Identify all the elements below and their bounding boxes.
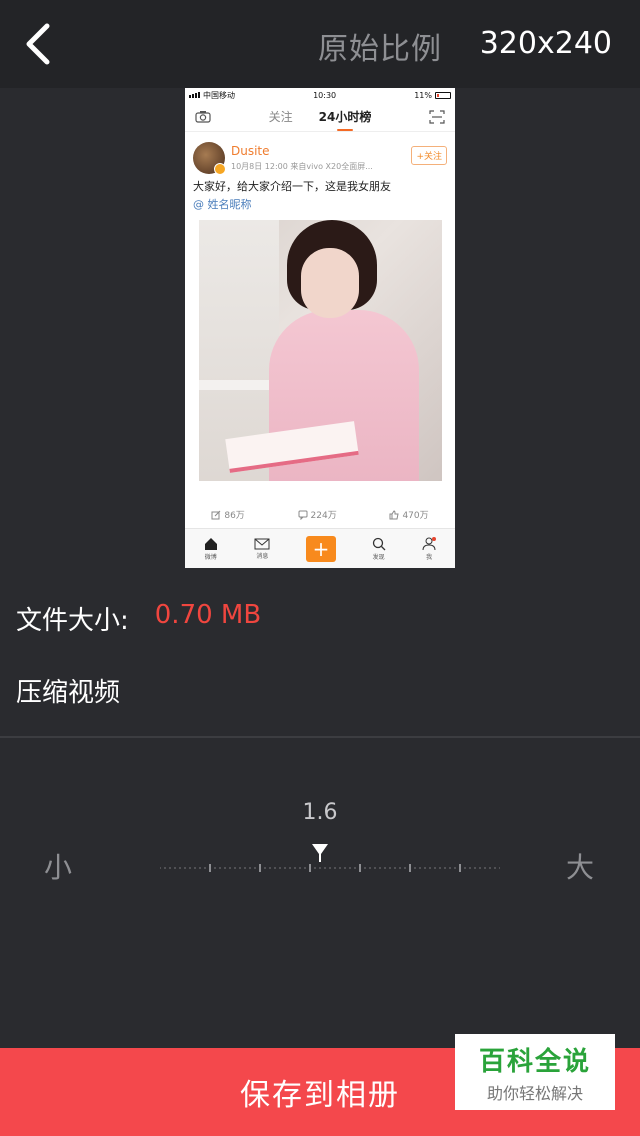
- watermark-title: 百科全说: [478, 1046, 591, 1077]
- repost-count: 86万: [224, 511, 245, 521]
- preview-tab-bar: 微博 消息 + 发现 我: [185, 528, 455, 568]
- watermark: 百科全说 助你轻松解决: [455, 1034, 615, 1110]
- post-text: 大家好，给大家介绍一下，这是我女朋友: [193, 180, 391, 193]
- search-icon: [372, 537, 386, 550]
- top-bar: 原始比例 320x240: [0, 0, 640, 88]
- post-username: Dusite: [231, 144, 270, 158]
- tab-message-label: 消息: [256, 552, 269, 560]
- post-mention: @ 姓名昵称: [193, 198, 252, 211]
- battery-percent: 11%: [414, 90, 432, 100]
- post-header: Dusite 10月8日 12:00 来自vivo X20全面屏...: [193, 142, 447, 175]
- comment-count: 224万: [310, 511, 337, 521]
- signal-icon: [189, 92, 200, 98]
- battery-status: 11%: [414, 91, 451, 100]
- person-icon: [422, 536, 437, 550]
- carrier-name: 中国移动: [203, 90, 235, 100]
- thumbs-up-icon: [389, 509, 400, 519]
- preview-nav-bar: 关注 24小时榜: [185, 102, 455, 132]
- chevron-left-icon: [26, 23, 50, 65]
- file-size-row: 文件大小: 0.70 MB: [16, 600, 261, 637]
- slider-max-label: 大: [565, 851, 594, 884]
- tab-me-label: 我: [426, 553, 433, 561]
- compose-plus-icon: +: [305, 535, 336, 562]
- watermark-subtitle: 助你轻松解决: [486, 1083, 583, 1103]
- battery-icon: [435, 91, 451, 99]
- repost-count-group: 86万: [211, 508, 245, 521]
- tab-discover-label: 发现: [372, 553, 385, 561]
- photo-figure-face: [300, 248, 359, 318]
- resolution-option[interactable]: 320x240: [480, 26, 612, 61]
- status-time: 10:30: [313, 90, 337, 100]
- tab-discover: 发现: [372, 537, 386, 561]
- post-photo: [198, 220, 442, 481]
- file-size-label: 文件大小:: [16, 606, 129, 636]
- mail-icon: [254, 538, 270, 549]
- tab-follow: 关注: [268, 110, 293, 124]
- compression-slider[interactable]: [160, 860, 500, 876]
- comment-icon: [298, 510, 308, 520]
- comment-count-group: 224万: [298, 508, 337, 521]
- tab-message: 消息: [254, 538, 270, 560]
- slider-min-label: 小: [44, 851, 73, 884]
- like-count-group: 470万: [389, 508, 429, 521]
- repost-icon: [211, 510, 221, 519]
- tab-home-label: 微博: [204, 553, 217, 561]
- slider-thumb[interactable]: [311, 843, 329, 863]
- aspect-ratio-option[interactable]: 原始比例: [318, 24, 442, 68]
- preview-status-bar: 中国移动 10:30 11%: [185, 88, 455, 102]
- post-user-info: Dusite 10月8日 12:00 来自vivo X20全面屏...: [231, 142, 373, 172]
- file-size-value: 0.70 MB: [154, 600, 262, 630]
- post-actions: 86万 224万 470万: [185, 508, 455, 521]
- video-preview: 中国移动 10:30 11% 关注 24小时榜 Dusite 10月8日 12:…: [185, 88, 455, 568]
- back-button[interactable]: [14, 18, 62, 70]
- preview-tabs: 关注 24小时榜: [268, 108, 372, 131]
- home-icon: [204, 537, 217, 550]
- like-count: 470万: [402, 511, 429, 521]
- follow-button: +关注: [411, 146, 447, 165]
- carrier-signal: 中国移动: [189, 90, 235, 101]
- post-meta: 10月8日 12:00 来自vivo X20全面屏...: [231, 162, 373, 171]
- tab-24h-hot: 24小时榜: [318, 110, 372, 131]
- tab-me: 我: [421, 536, 437, 561]
- avatar: [193, 142, 226, 175]
- camera-icon: [195, 111, 211, 123]
- compress-video-label: 压缩视频: [16, 678, 121, 708]
- tab-home: 微博: [203, 537, 219, 561]
- slider-value: 1.6: [302, 800, 338, 825]
- weibo-post: Dusite 10月8日 12:00 来自vivo X20全面屏... +关注 …: [185, 132, 455, 481]
- scan-icon: [429, 109, 445, 124]
- divider: [0, 736, 640, 738]
